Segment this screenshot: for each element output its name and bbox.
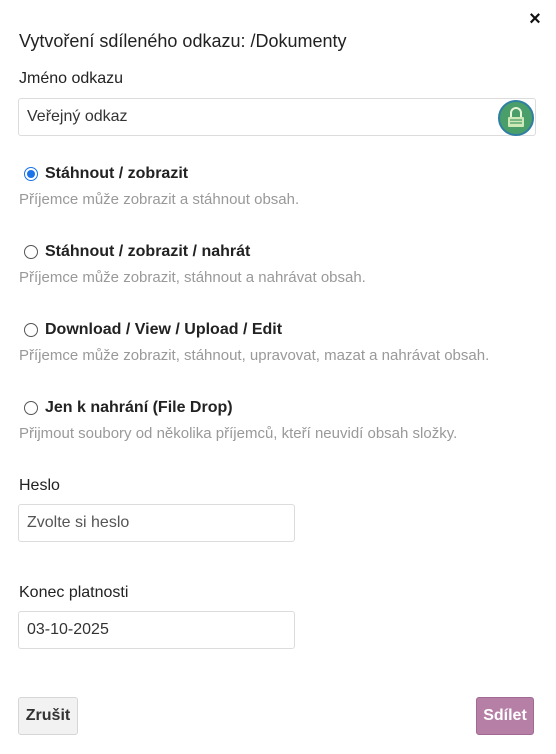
permission-option-download-view-upload[interactable]: Stáhnout / zobrazit / nahrát — [24, 243, 250, 261]
share-button[interactable]: Sdílet — [476, 697, 534, 735]
expiry-label: Konec platnosti — [19, 584, 129, 601]
radio-button[interactable] — [24, 167, 38, 181]
expiry-date-input[interactable] — [18, 611, 295, 649]
password-field[interactable] — [18, 504, 295, 542]
permission-option-full-edit[interactable]: Download / View / Upload / Edit — [24, 321, 282, 339]
cancel-button[interactable]: Zrušit — [18, 697, 78, 735]
permission-label: Jen k nahrání (File Drop) — [45, 399, 233, 416]
link-name-input[interactable] — [18, 98, 536, 136]
permission-label: Stáhnout / zobrazit / nahrát — [45, 243, 251, 260]
permission-label: Stáhnout / zobrazit — [45, 165, 189, 182]
permission-description: Příjemce může zobrazit a stáhnout obsah. — [19, 191, 300, 208]
permission-description: Příjemce může zobrazit, stáhnout, upravo… — [19, 347, 490, 364]
radio-button[interactable] — [24, 245, 38, 259]
permission-description: Přijmout soubory od několika příjemců, k… — [19, 425, 458, 442]
permission-label: Download / View / Upload / Edit — [45, 321, 283, 338]
password-label: Heslo — [19, 477, 60, 494]
radio-button[interactable] — [24, 401, 38, 415]
permission-option-file-drop[interactable]: Jen k nahrání (File Drop) — [24, 399, 233, 417]
permission-option-download-view[interactable]: Stáhnout / zobrazit — [24, 165, 188, 183]
lock-icon[interactable] — [498, 100, 534, 136]
radio-button[interactable] — [24, 323, 38, 337]
permission-description: Příjemce může zobrazit, stáhnout a nahrá… — [19, 269, 366, 286]
close-icon[interactable]: × — [524, 8, 546, 30]
link-name-label: Jméno odkazu — [19, 70, 124, 87]
dialog-title: Vytvoření sdíleného odkazu: /Dokumenty — [19, 31, 347, 51]
